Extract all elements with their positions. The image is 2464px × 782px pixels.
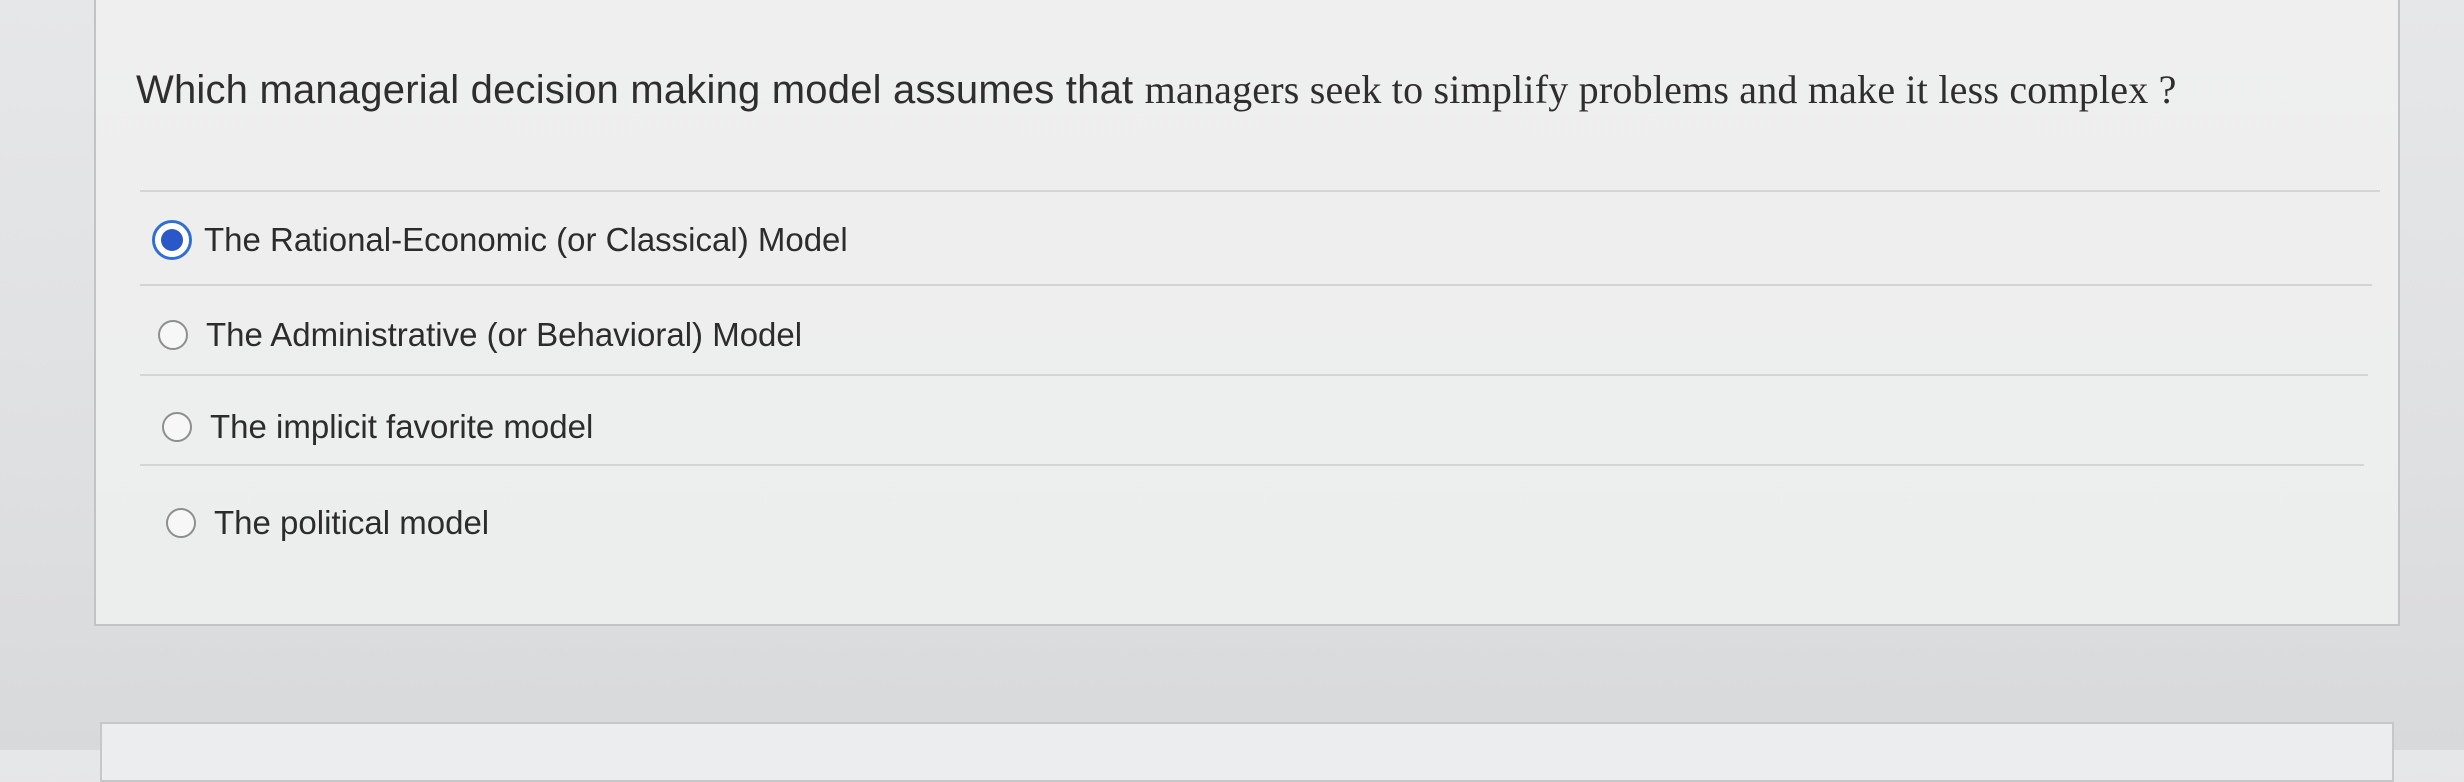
option-administrative[interactable]: The Administrative (or Behavioral) Model [158,316,802,354]
option-divider [140,374,2368,376]
question-card: Which managerial decision making model a… [94,0,2400,626]
radio-dot-icon [161,229,183,251]
option-rational-economic[interactable]: The Rational-Economic (or Classical) Mod… [152,220,848,260]
option-label: The Rational-Economic (or Classical) Mod… [204,221,848,258]
option-divider [140,464,2364,466]
radio-unselected-icon[interactable] [162,412,192,442]
question-text-part2: managers seek to simplify problems and m… [1144,67,2177,112]
radio-selected-icon[interactable] [152,220,192,260]
question-divider [140,190,2380,192]
option-divider [140,284,2372,286]
option-label: The political model [214,504,490,541]
radio-unselected-icon[interactable] [158,320,188,350]
option-political[interactable]: The political model [166,504,489,542]
radio-unselected-icon[interactable] [166,508,196,538]
option-label: The implicit favorite model [210,408,594,445]
question-text-part1: Which managerial decision making model a… [136,68,1145,112]
option-label: The Administrative (or Behavioral) Model [206,316,803,353]
option-implicit-favorite[interactable]: The implicit favorite model [162,408,593,446]
question-text: Which managerial decision making model a… [136,66,2177,113]
next-question-card [100,722,2394,782]
